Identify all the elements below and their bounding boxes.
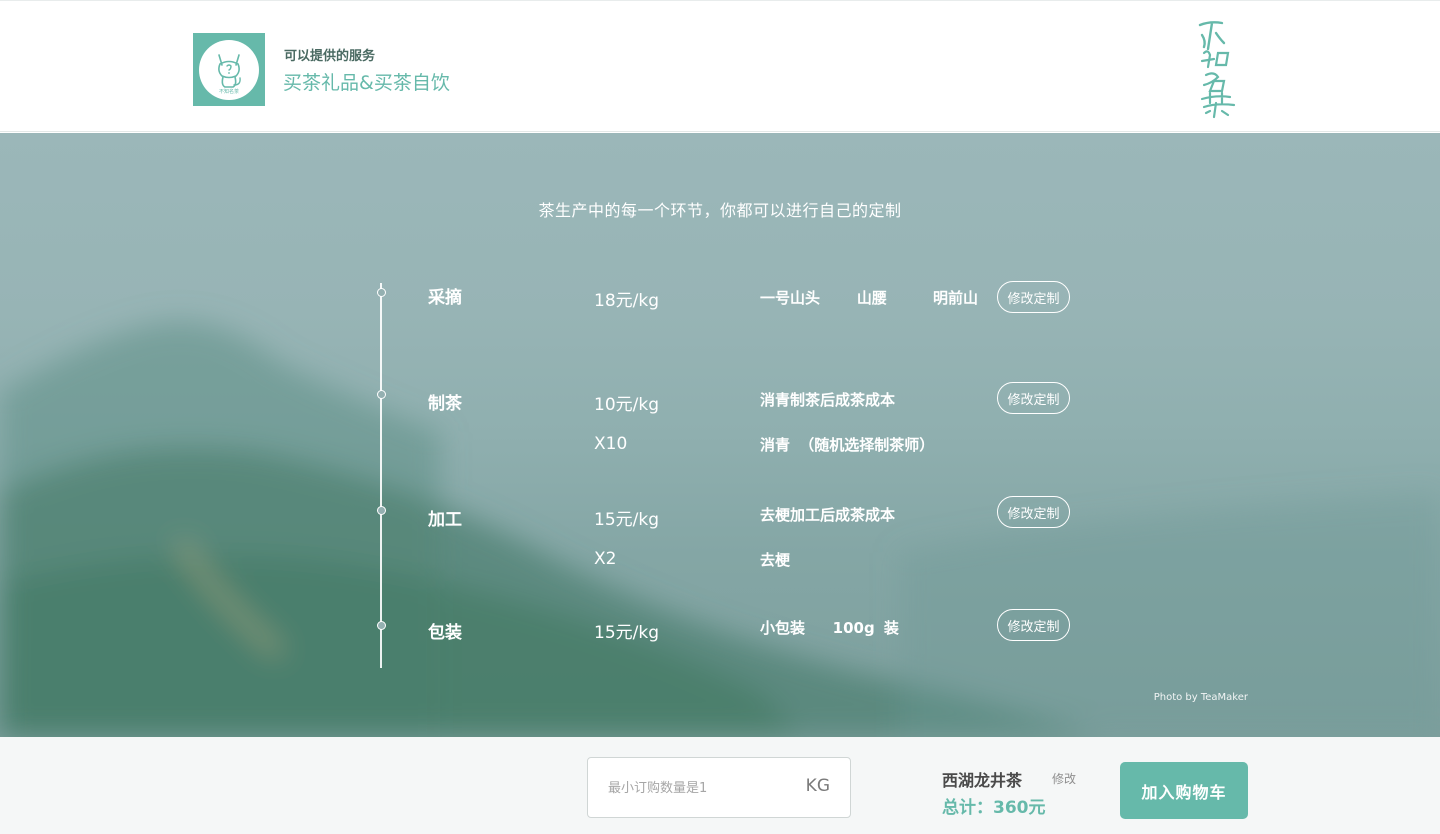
hero-title: 茶生产中的每一个环节，你都可以进行自己的定制 [538,201,902,220]
edit-processing-button[interactable]: 修改定制 [997,382,1070,414]
detail-refining: 去梗加工后成茶成本 [760,506,896,524]
timeline-dot-icon [376,288,386,297]
modify-product-link[interactable]: 修改 [1052,770,1076,787]
price-refining: 15元/kg [594,510,659,530]
edit-picking-button[interactable]: 修改定制 [997,281,1070,313]
price-processing: 10元/kg [594,395,659,415]
order-bar: KG 西湖龙井茶 修改 总计：360元 加入购物车 [0,737,1440,834]
multiplier-refining: X2 [594,549,617,569]
stage-packaging: 包装 [428,623,462,643]
stage-refining: 加工 [428,510,462,530]
top-header: 不知名茶 可以提供的服务 买茶礼品&买茶自饮 [0,0,1440,132]
unit-label: KG [805,776,830,796]
photo-credit: Photo by TeaMaker [1153,692,1248,703]
timeline-dot-icon [376,506,386,515]
quantity-input[interactable] [608,776,788,800]
timeline-dot-icon [376,390,386,399]
detail-picking: 一号山头 山腰 明前山 [760,289,979,307]
subdetail-refining: 去梗 [760,551,791,569]
cat-icon: 不知名茶 [199,39,259,100]
total-price: 总计：360元 [942,798,1046,818]
detail-processing: 消青制茶后成茶成本 [760,391,896,409]
detail-packaging: 小包装 100g 装 [760,619,899,637]
company-logo[interactable]: 不知名茶 [193,33,265,106]
tea-mountain-photo [0,321,1440,737]
subdetail-processing: 消青 （随机选择制茶师） [760,436,935,454]
edit-refining-button[interactable]: 修改定制 [997,496,1070,528]
service-name: 买茶礼品&买茶自饮 [283,72,450,94]
customization-hero: 茶生产中的每一个环节，你都可以进行自己的定制 采摘 18元/kg 一号山头 山腰… [0,133,1440,737]
price-picking: 18元/kg [594,291,659,311]
svg-text:不知名茶: 不知名茶 [219,88,239,95]
price-packaging: 15元/kg [594,623,659,643]
add-to-cart-button[interactable]: 加入购物车 [1120,762,1248,819]
service-label: 可以提供的服务 [284,49,376,64]
timeline-line [380,283,382,668]
timeline-dot-icon [376,621,386,630]
edit-packaging-button[interactable]: 修改定制 [997,609,1070,641]
quantity-field[interactable]: KG [587,757,851,818]
product-name: 西湖龙井茶 [942,771,1023,790]
stage-picking: 采摘 [428,288,462,308]
stage-processing: 制茶 [428,394,462,414]
multiplier-processing: X10 [594,434,628,454]
brand-calligraphy-logo[interactable] [1194,19,1240,119]
